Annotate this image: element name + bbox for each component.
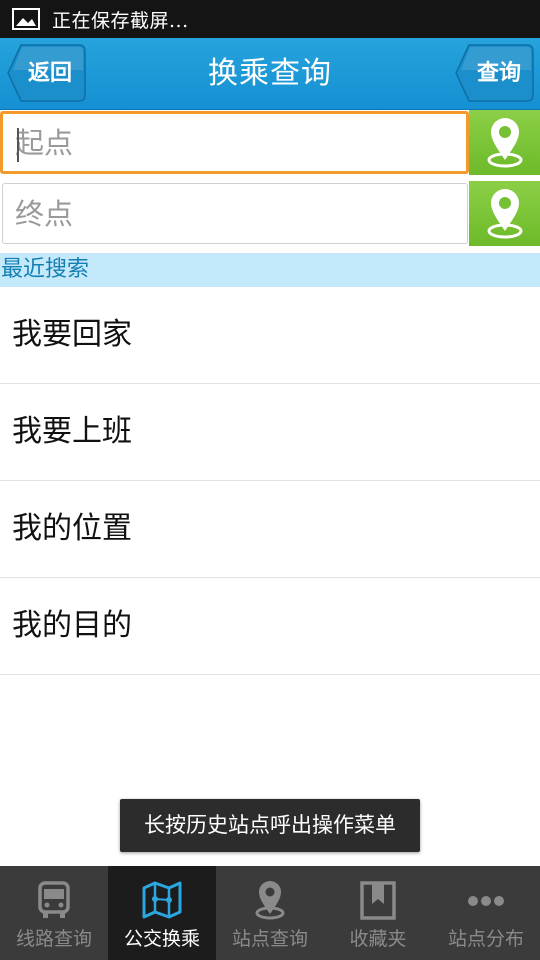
nav-label: 收藏夹 (349, 928, 407, 950)
map-pin-icon (250, 880, 290, 920)
toast-message: 长按历史站点呼出操作菜单 (120, 799, 420, 852)
recent-search-list: 我要回家 我要上班 我的位置 我的目的 (0, 287, 540, 675)
nav-item-route-query[interactable]: 线路查询 (0, 866, 108, 960)
nav-label: 线路查询 (15, 928, 92, 950)
text-cursor (17, 128, 19, 162)
status-bar: 正在保存截屏... (0, 0, 540, 38)
status-text: 正在保存截屏... (52, 9, 189, 32)
list-item[interactable]: 我的目的 (0, 578, 540, 675)
start-input-box (0, 111, 469, 174)
list-item[interactable]: 我的位置 (0, 481, 540, 578)
end-input-box (2, 183, 468, 244)
map-icon (142, 880, 182, 920)
bottom-nav: 线路查询 公交换乘 站点查询 收藏夹 站点分布 (0, 866, 540, 960)
nav-item-station-query[interactable]: 站点查询 (216, 866, 324, 960)
end-input[interactable] (15, 196, 455, 231)
bookmark-icon (358, 880, 398, 920)
start-input[interactable] (15, 125, 455, 160)
map-pin-icon (487, 117, 522, 167)
end-locate-button[interactable] (469, 181, 540, 246)
back-button[interactable]: 返回 (7, 44, 87, 102)
image-icon (12, 8, 40, 30)
recent-search-header: 最近搜索 (0, 253, 540, 287)
app-header: 换乘查询 返回 查询 (0, 38, 540, 110)
more-icon (466, 880, 506, 920)
start-input-row (0, 110, 540, 175)
end-input-row (0, 181, 540, 246)
nav-item-favorites[interactable]: 收藏夹 (324, 866, 432, 960)
nav-label: 站点查询 (231, 928, 308, 950)
nav-item-transfer[interactable]: 公交换乘 (108, 866, 216, 960)
map-pin-icon (487, 188, 522, 238)
nav-item-station-distribution[interactable]: 站点分布 (432, 866, 540, 960)
nav-label: 站点分布 (447, 928, 524, 950)
bus-icon (34, 880, 74, 920)
list-item[interactable]: 我要回家 (0, 287, 540, 384)
nav-label: 公交换乘 (123, 928, 200, 950)
query-button[interactable]: 查询 (455, 44, 535, 102)
start-locate-button[interactable] (469, 110, 540, 175)
back-button-label: 返回 (28, 60, 73, 86)
query-button-label: 查询 (477, 60, 522, 86)
list-item[interactable]: 我要上班 (0, 384, 540, 481)
app-screen: 正在保存截屏... 换乘查询 返回 查询 起点 终点 最近搜索 我要回家 我要上… (0, 0, 540, 960)
